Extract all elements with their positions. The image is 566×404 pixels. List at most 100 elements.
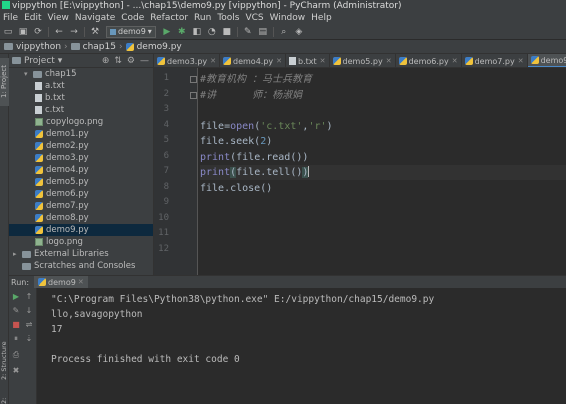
code-line: file=open('c.txt','r') (200, 119, 333, 134)
project-tree-item[interactable]: demo2.py (9, 140, 153, 152)
project-tree-item[interactable]: demo5.py (9, 176, 153, 188)
scroll-up-icon[interactable]: ↑ (24, 292, 34, 302)
breadcrumb-file[interactable]: demo9.py (137, 42, 182, 52)
search-icon[interactable]: ⌕ (278, 26, 290, 38)
project-tree-item[interactable]: ▸ External Libraries (9, 248, 153, 260)
coverage-icon[interactable]: ◧ (191, 26, 203, 38)
debug-bug-icon[interactable]: ✱ (176, 26, 188, 38)
code-token: 'c.txt' (260, 120, 303, 132)
close-icon[interactable]: ✕ (276, 57, 282, 65)
favorites-tool-tab[interactable]: 2: Favorites (0, 382, 9, 404)
code-line: print(file.tell()) (200, 165, 310, 180)
build-hammer-icon[interactable]: ⚒ (89, 26, 101, 38)
run-config-select[interactable]: demo9 ▾ (106, 25, 156, 38)
breadcrumb-project[interactable]: vippython (16, 42, 61, 52)
menu-help[interactable]: Help (308, 12, 335, 24)
project-tree-item[interactable]: a.txt (9, 80, 153, 92)
ide-features-icon[interactable]: ◈ (293, 26, 305, 38)
editor-tab[interactable]: demo7.py ✕ (462, 54, 528, 67)
pause-icon[interactable]: ⏸ (11, 334, 21, 344)
editor-tab[interactable]: demo9.py✕ (527, 54, 566, 67)
collapse-all-icon[interactable]: ⇅ (114, 56, 122, 66)
code-editor[interactable]: 1 2 3 4 5 6 7 8 9 10 11 12 #教育机构 ：马士兵教育 #讲 师：杨淑娟 file… (154, 68, 566, 275)
run-play-icon[interactable]: ▶ (161, 26, 173, 38)
trash-icon[interactable]: ✖ (11, 366, 21, 376)
profile-icon[interactable]: ◔ (206, 26, 218, 38)
python-file-icon (35, 178, 43, 186)
close-icon[interactable]: ✕ (210, 57, 216, 65)
hide-panel-icon[interactable]: — (140, 56, 149, 66)
back-arrow-icon[interactable]: ← (53, 26, 65, 38)
menu-edit[interactable]: Edit (21, 12, 44, 24)
project-tree-item-label: demo5.py (46, 177, 89, 187)
fold-marker-icon[interactable] (190, 91, 197, 99)
close-icon[interactable]: ✕ (320, 57, 326, 65)
project-tree-item-label: Scratches and Consoles (34, 261, 136, 271)
settings-wrench-icon[interactable]: ✎ (242, 26, 254, 38)
menu-code[interactable]: Code (118, 12, 147, 24)
menu-refactor[interactable]: Refactor (147, 12, 191, 24)
chevron-right-icon[interactable]: ▸ (13, 248, 19, 260)
wrench-icon[interactable]: ✎ (11, 306, 21, 316)
menu-tools[interactable]: Tools (214, 12, 242, 24)
editor-tab[interactable]: demo4.py ✕ (220, 54, 287, 67)
project-tool-tab[interactable]: 1: Project (0, 58, 9, 106)
close-icon[interactable]: ✕ (452, 57, 458, 65)
project-tree-item-label: demo7.py (46, 201, 89, 211)
rerun-icon[interactable]: ▶ (11, 292, 21, 302)
project-tree-item[interactable]: demo1.py (9, 128, 153, 140)
soft-wrap-icon[interactable]: ⇌ (24, 320, 34, 330)
gear-icon[interactable]: ⚙ (127, 56, 135, 66)
save-all-icon[interactable]: ▣ (17, 26, 29, 38)
project-tree-item[interactable]: copylogo.png (9, 116, 153, 128)
menu-file[interactable]: File (0, 12, 21, 24)
run-tab-demo9[interactable]: demo9 ✕ (34, 275, 88, 289)
editor-tab[interactable]: demo6.py ✕ (396, 54, 462, 67)
locate-target-icon[interactable]: ⊕ (102, 56, 110, 66)
folder-icon (33, 70, 42, 78)
project-panel-title[interactable]: Project (24, 56, 55, 66)
forward-arrow-icon[interactable]: → (68, 26, 80, 38)
print-icon[interactable]: ⎙ (11, 350, 21, 360)
stop-icon[interactable]: ■ (11, 320, 21, 330)
project-tree-item[interactable]: b.txt (9, 92, 153, 104)
project-tree-item[interactable]: logo.png (9, 236, 153, 248)
editor-tab[interactable]: b.txt ✕ (286, 54, 330, 67)
structure-tool-tab[interactable]: 2: Structure (0, 334, 9, 380)
close-icon[interactable]: ✕ (386, 57, 392, 65)
structure-icon[interactable]: ▤ (257, 26, 269, 38)
run-console[interactable]: "C:\Program Files\Python38\python.exe" E… (37, 288, 566, 404)
scroll-to-end-icon[interactable]: ⇣ (24, 334, 34, 344)
breadcrumb-folder[interactable]: chap15 (83, 42, 116, 52)
console-line: llo,savagopython (51, 309, 143, 320)
project-tree-item[interactable]: demo9.py (9, 224, 153, 236)
fold-marker-icon[interactable] (190, 76, 197, 83)
editor-tab-label: demo4.py (233, 56, 274, 66)
open-folder-icon[interactable]: ▭ (2, 26, 14, 38)
menu-window[interactable]: Window (267, 12, 309, 24)
chevron-down-icon[interactable]: ▾ (24, 68, 30, 80)
project-tree-item[interactable]: demo7.py (9, 200, 153, 212)
project-tree-item[interactable]: demo6.py (9, 188, 153, 200)
close-icon[interactable]: ✕ (518, 57, 524, 65)
chevron-down-icon[interactable]: ▾ (58, 56, 63, 66)
scratches-icon (22, 262, 31, 270)
toolbar-divider (272, 26, 274, 37)
project-tree-item[interactable]: demo3.py (9, 152, 153, 164)
project-tree-item[interactable]: demo4.py (9, 164, 153, 176)
text-file-icon (289, 57, 297, 65)
menu-view[interactable]: View (45, 12, 72, 24)
editor-tab[interactable]: demo3.py ✕ (154, 54, 221, 67)
project-tree-item[interactable]: ▾ chap15 (9, 68, 153, 80)
menu-run[interactable]: Run (191, 12, 214, 24)
close-icon[interactable]: ✕ (78, 278, 84, 286)
menu-navigate[interactable]: Navigate (72, 12, 118, 24)
project-tree-item[interactable]: demo8.py (9, 212, 153, 224)
scroll-down-icon[interactable]: ↓ (24, 306, 34, 316)
stop-icon[interactable]: ■ (221, 26, 233, 38)
editor-tab[interactable]: demo5.py ✕ (330, 54, 396, 67)
project-tree-item[interactable]: c.txt (9, 104, 153, 116)
sync-icon[interactable]: ⟳ (32, 26, 44, 38)
menu-vcs[interactable]: VCS (242, 12, 266, 24)
project-tree-item[interactable]: Scratches and Consoles (9, 260, 153, 272)
